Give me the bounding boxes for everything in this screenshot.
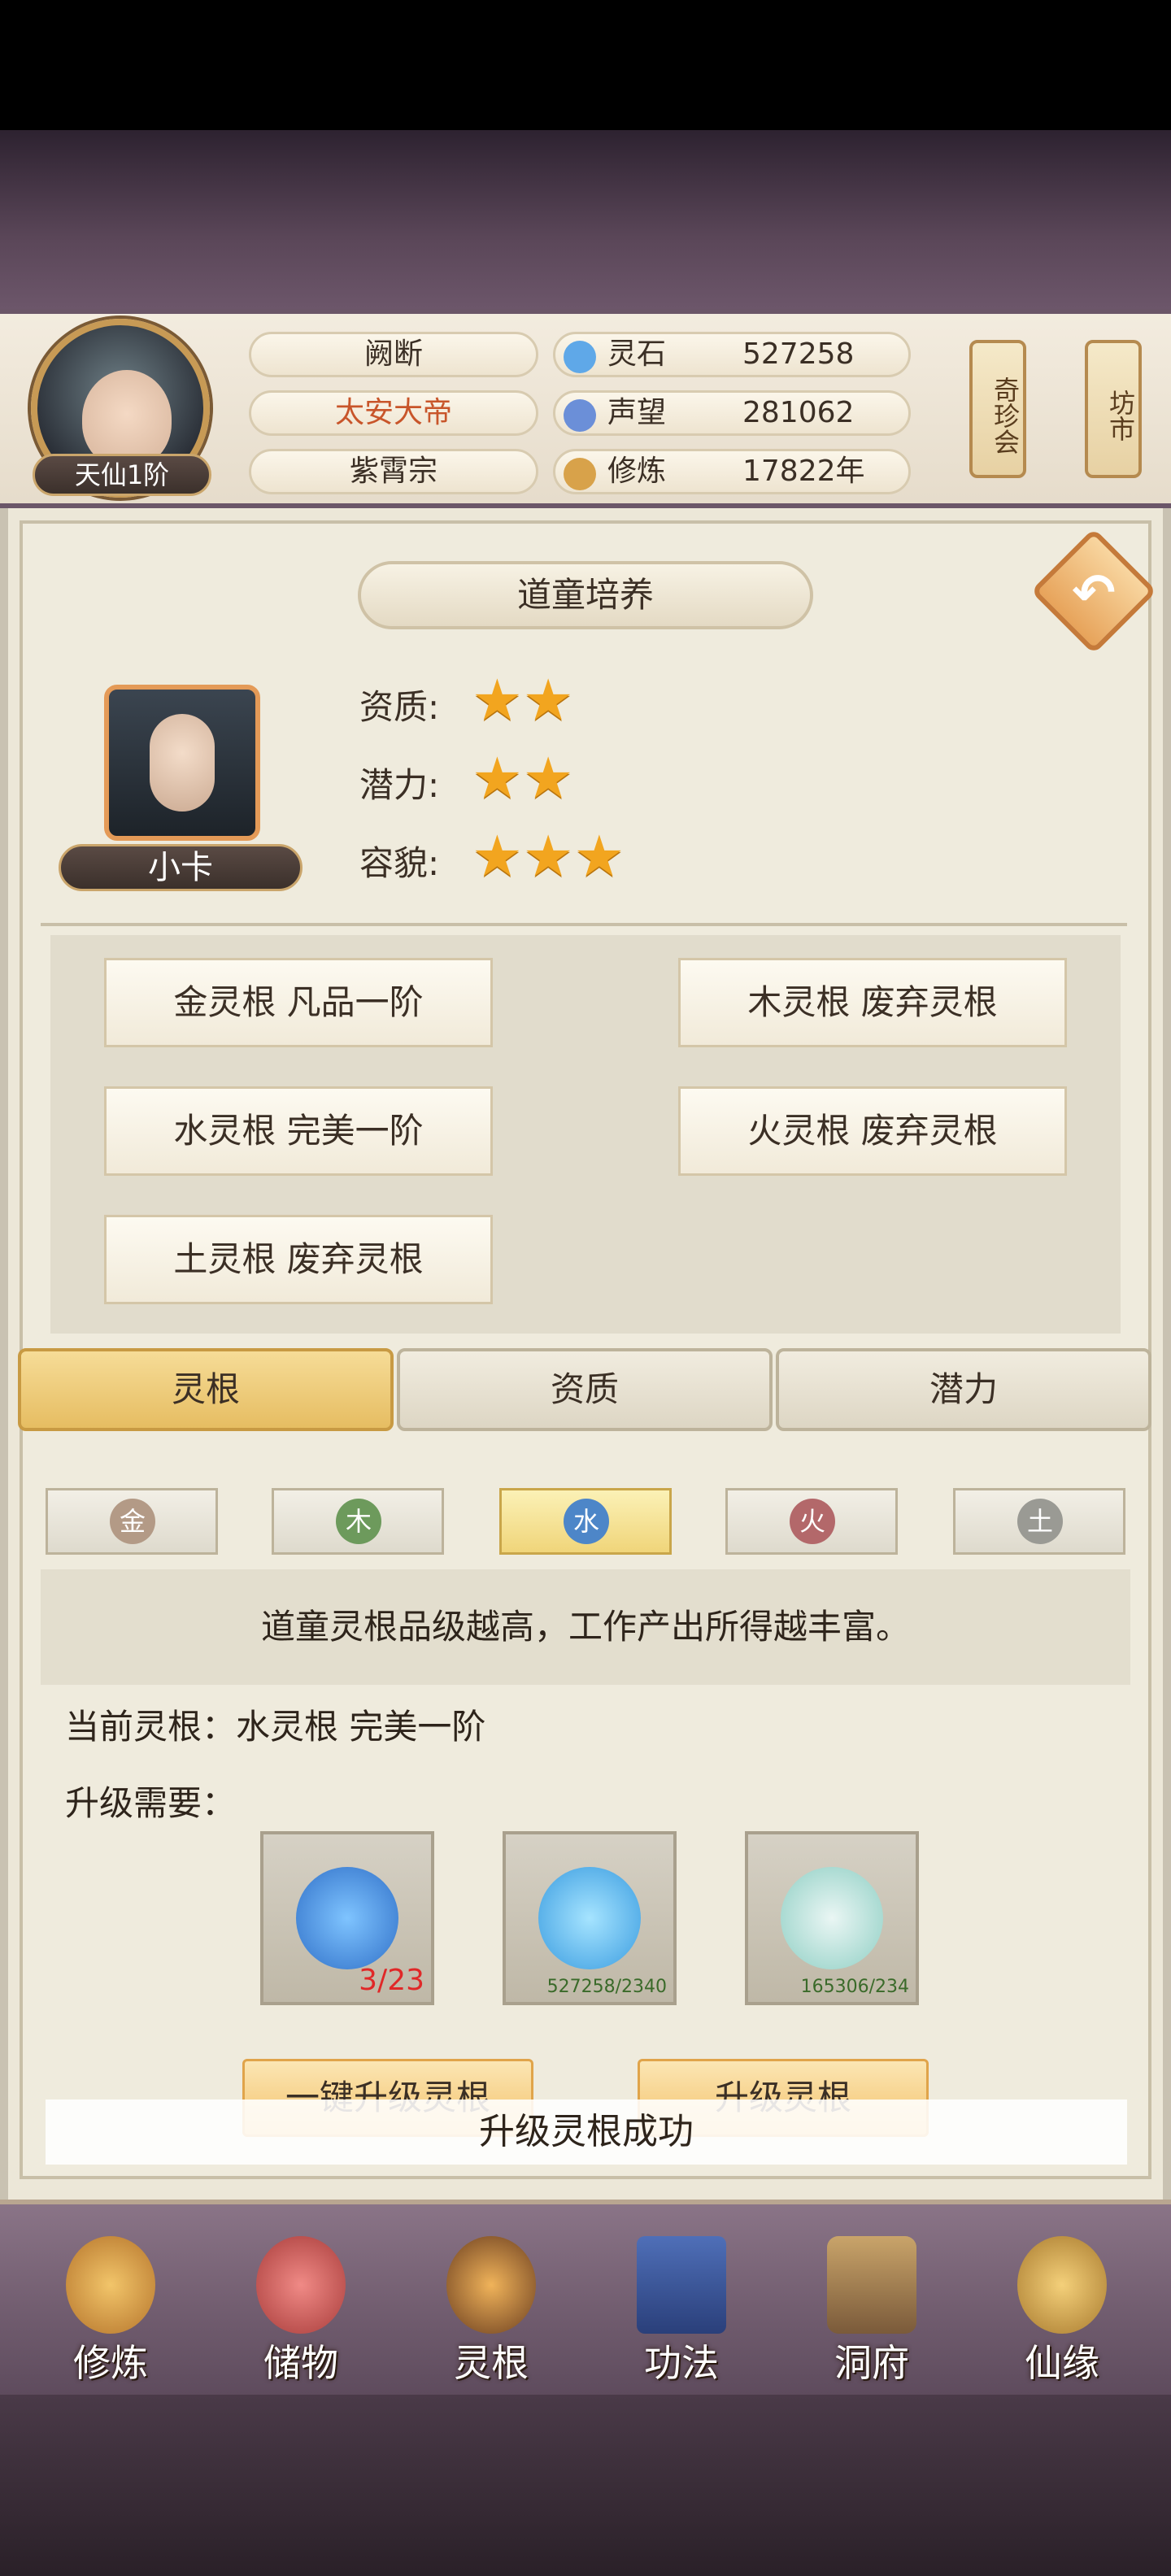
material-count: 165306/234 (800, 1977, 909, 1997)
nav-label: 储物 (263, 2341, 338, 2385)
water-spirit-icon (296, 1867, 398, 1969)
root-earth[interactable]: 土灵根 废弃灵根 (104, 1215, 493, 1304)
tab-aptitude[interactable]: 资质 (397, 1348, 773, 1431)
element-wood[interactable]: 木 (272, 1488, 444, 1555)
spirit-stone-icon (564, 341, 596, 373)
appearance-stars: ★★★ (472, 828, 625, 885)
nav-spirit-root[interactable]: 灵根 (418, 2228, 564, 2391)
resource-value: 281062 (742, 396, 855, 429)
tab-potential[interactable]: 潜力 (776, 1348, 1151, 1431)
nav-cave[interactable]: 洞府 (799, 2228, 945, 2391)
character-portrait[interactable] (104, 685, 260, 841)
root-water[interactable]: 水灵根 完美一阶 (104, 1086, 493, 1176)
nav-technique[interactable]: 功法 (608, 2228, 755, 2391)
nav-cultivate[interactable]: 修炼 (37, 2228, 184, 2391)
character-name: 小卡 (59, 844, 303, 891)
divider (41, 923, 1127, 926)
nav-label: 仙缘 (1025, 2341, 1099, 2385)
pavilion-icon (827, 2236, 916, 2334)
star-icon: ★ (522, 745, 574, 812)
resource-value: 17822年 (742, 455, 865, 488)
element-fire[interactable]: 火 (725, 1488, 898, 1555)
bottom-decor-band (0, 2395, 1171, 2576)
resource-label: 灵石 (607, 337, 667, 371)
gourd-icon (781, 1867, 883, 1969)
player-name: 阙断 (249, 332, 538, 377)
material-water-spirit[interactable]: 3/23 (260, 1831, 434, 2005)
nav-label: 灵根 (454, 2341, 529, 2385)
upgrade-need-label: 升级需要： (65, 1783, 237, 1823)
toast-message: 升级灵根成功 (46, 2100, 1127, 2165)
nav-label: 洞府 (834, 2341, 909, 2385)
star-icon: ★ (472, 745, 523, 812)
tab-spirit-root[interactable]: 灵根 (18, 1348, 394, 1431)
meditation-icon (564, 458, 596, 490)
element-wood-icon: 木 (336, 1499, 381, 1544)
star-icon: ★ (522, 667, 574, 733)
bag-icon (256, 2236, 346, 2334)
element-metal[interactable]: 金 (46, 1488, 218, 1555)
potential-stars: ★★ (472, 750, 574, 807)
resource-cultivation: 修炼 17822年 (553, 449, 911, 494)
element-earth[interactable]: 土 (953, 1488, 1125, 1555)
star-icon: ★ (573, 823, 625, 890)
nav-fate[interactable]: 仙缘 (989, 2228, 1135, 2391)
element-water[interactable]: 水 (499, 1488, 672, 1555)
player-sect: 紫霄宗 (249, 449, 538, 494)
prestige-icon (564, 399, 596, 432)
cultivate-icon (66, 2236, 155, 2334)
treasure-fair-button[interactable]: 奇珍会 (969, 340, 1026, 478)
realm-badge: 天仙1阶 (33, 454, 211, 496)
material-gourd[interactable]: 165306/234 (745, 1831, 919, 2005)
resource-label: 声望 (607, 396, 667, 429)
resource-value: 527258 (742, 337, 855, 371)
star-icon: ★ (522, 823, 574, 890)
attr-label-aptitude: 资质: (359, 687, 440, 727)
book-icon (637, 2236, 726, 2334)
market-button[interactable]: 坊市 (1085, 340, 1142, 478)
element-water-icon: 水 (564, 1499, 609, 1544)
material-count: 527258/2340 (546, 1977, 667, 1997)
spirit-root-icon (446, 2236, 536, 2334)
root-wood[interactable]: 木灵根 废弃灵根 (678, 958, 1067, 1047)
root-metal[interactable]: 金灵根 凡品一阶 (104, 958, 493, 1047)
nav-label: 功法 (644, 2341, 719, 2385)
nav-storage[interactable]: 储物 (228, 2228, 374, 2391)
star-icon: ★ (472, 667, 523, 733)
element-earth-icon: 土 (1017, 1499, 1063, 1544)
character-face (150, 714, 215, 812)
element-fire-icon: 火 (790, 1499, 835, 1544)
top-decor-band (0, 130, 1171, 309)
back-arrow-icon: ↶ (1072, 564, 1116, 624)
attr-label-potential: 潜力: (359, 765, 440, 805)
player-title: 太安大帝 (249, 390, 538, 436)
top-black-band (0, 0, 1171, 130)
current-root: 当前灵根：水灵根 完美一阶 (65, 1707, 486, 1747)
resource-prestige: 声望 281062 (553, 390, 911, 436)
attr-label-appearance: 容貌: (359, 843, 440, 883)
resource-spirit-stone: 灵石 527258 (553, 332, 911, 377)
nav-label: 修炼 (73, 2341, 148, 2385)
info-text: 道童灵根品级越高，工作产出所得越丰富。 (41, 1569, 1130, 1685)
material-spirit-stone[interactable]: 527258/2340 (503, 1831, 677, 2005)
root-fire[interactable]: 火灵根 废弃灵根 (678, 1086, 1067, 1176)
gourd-icon (1017, 2236, 1107, 2334)
element-metal-icon: 金 (110, 1499, 155, 1544)
resource-label: 修炼 (607, 455, 667, 488)
star-icon: ★ (472, 823, 523, 890)
aptitude-stars: ★★ (472, 672, 574, 729)
player-face (82, 370, 172, 468)
spirit-stone-icon (538, 1867, 641, 1969)
page-title: 道童培养 (358, 561, 813, 629)
material-count: 3/23 (359, 1964, 424, 1997)
